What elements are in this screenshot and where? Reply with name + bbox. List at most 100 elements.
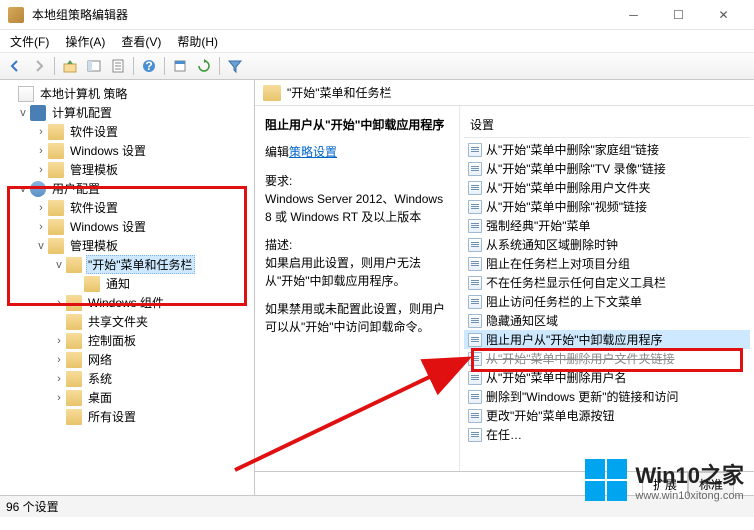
tree-desktop[interactable]: › 桌面: [2, 388, 252, 407]
filter-button[interactable]: [224, 55, 246, 77]
settings-list[interactable]: 设置 从"开始"菜单中删除"家庭组"链接从"开始"菜单中删除"TV 录像"链接从…: [460, 106, 754, 471]
setting-item[interactable]: 更改"开始"菜单电源按钮: [464, 406, 750, 425]
tree-win-components[interactable]: › Windows 组件: [2, 293, 252, 312]
tree-all-settings[interactable]: 所有设置: [2, 407, 252, 426]
setting-item[interactable]: 阻止用户从"开始"中卸载应用程序: [464, 330, 750, 349]
setting-icon: [468, 181, 482, 195]
folder-icon: [263, 85, 281, 101]
setting-label: 更改"开始"菜单电源按钮: [486, 407, 615, 424]
tree-computer-config[interactable]: v 计算机配置: [2, 103, 252, 122]
settings-column-header[interactable]: 设置: [464, 112, 750, 138]
setting-label: 从"开始"菜单中删除"家庭组"链接: [486, 141, 659, 158]
setting-item[interactable]: 从"开始"菜单中删除用户文件夹: [464, 178, 750, 197]
show-hide-tree-button[interactable]: [83, 55, 105, 77]
setting-label: 从"开始"菜单中删除用户名: [486, 369, 627, 386]
tree-control-panel[interactable]: › 控制面板: [2, 331, 252, 350]
setting-item[interactable]: 阻止访问任务栏的上下文菜单: [464, 292, 750, 311]
right-pane: "开始"菜单和任务栏 阻止用户从"开始"中卸载应用程序 编辑策略设置 要求: W…: [255, 80, 754, 495]
requirements: 要求: Windows Server 2012、Windows 8 或 Wind…: [265, 172, 449, 226]
user-icon: [30, 181, 46, 197]
maximize-button[interactable]: ☐: [656, 1, 701, 29]
forward-button[interactable]: [28, 55, 50, 77]
folder-icon: [48, 238, 64, 254]
setting-item[interactable]: 从"开始"菜单中删除"家庭组"链接: [464, 140, 750, 159]
menu-file[interactable]: 文件(F): [4, 31, 55, 52]
help-button[interactable]: ?: [138, 55, 160, 77]
close-button[interactable]: ✕: [701, 1, 746, 29]
setting-item[interactable]: 从系统通知区域删除时钟: [464, 235, 750, 254]
setting-icon: [468, 333, 482, 347]
setting-item[interactable]: 隐藏通知区域: [464, 311, 750, 330]
setting-label: 在任…: [486, 426, 522, 443]
setting-icon: [468, 390, 482, 404]
tree-system[interactable]: › 系统: [2, 369, 252, 388]
window-title: 本地组策略编辑器: [32, 6, 611, 23]
up-button[interactable]: [59, 55, 81, 77]
back-button[interactable]: [4, 55, 26, 77]
tree-user-config[interactable]: v 用户配置: [2, 179, 252, 198]
tree-cc-windows[interactable]: › Windows 设置: [2, 141, 252, 160]
setting-item[interactable]: 从"开始"菜单中删除用户名: [464, 368, 750, 387]
export-list-button[interactable]: [107, 55, 129, 77]
tree-uc-software[interactable]: › 软件设置: [2, 198, 252, 217]
tree-network[interactable]: › 网络: [2, 350, 252, 369]
twisty-icon[interactable]: ›: [52, 354, 66, 366]
edit-policy-link[interactable]: 编辑策略设置: [265, 143, 449, 160]
tree-start-taskbar[interactable]: v "开始"菜单和任务栏: [2, 255, 252, 274]
tree-uc-windows[interactable]: › Windows 设置: [2, 217, 252, 236]
twisty-icon[interactable]: ›: [34, 202, 48, 214]
setting-item[interactable]: 从"开始"菜单中删除用户文件夹链接: [464, 349, 750, 368]
twisty-icon[interactable]: ›: [52, 373, 66, 385]
twisty-icon[interactable]: ›: [34, 126, 48, 138]
twisty-icon[interactable]: v: [16, 107, 30, 119]
tree-notify[interactable]: 通知: [2, 274, 252, 293]
twisty-icon[interactable]: ›: [34, 221, 48, 233]
setting-item[interactable]: 从"开始"菜单中删除"视频"链接: [464, 197, 750, 216]
tree-shared-folders[interactable]: 共享文件夹: [2, 312, 252, 331]
watermark-url: www.win10xitong.com: [635, 490, 744, 502]
tree-uc-admin[interactable]: v 管理模板: [2, 236, 252, 255]
tree-cc-admin[interactable]: › 管理模板: [2, 160, 252, 179]
status-text: 96 个设置: [6, 498, 59, 515]
setting-icon: [468, 238, 482, 252]
watermark-brand: Win10之家: [635, 458, 744, 490]
twisty-icon[interactable]: ›: [34, 145, 48, 157]
menu-help[interactable]: 帮助(H): [171, 31, 224, 52]
setting-label: 从"开始"菜单中删除用户文件夹: [486, 179, 651, 196]
setting-label: 从"开始"菜单中删除用户文件夹链接: [486, 350, 675, 367]
setting-label: 从"开始"菜单中删除"TV 录像"链接: [486, 160, 666, 177]
setting-title: 阻止用户从"开始"中卸载应用程序: [265, 116, 449, 133]
path-bar: "开始"菜单和任务栏: [255, 80, 754, 106]
setting-item[interactable]: 阻止在任务栏上对项目分组: [464, 254, 750, 273]
menu-view[interactable]: 查看(V): [115, 31, 167, 52]
content-area: 本地计算机 策略 v 计算机配置 › 软件设置 › Windows 设置 › 管…: [0, 80, 754, 495]
setting-item[interactable]: 从"开始"菜单中删除"TV 录像"链接: [464, 159, 750, 178]
twisty-icon[interactable]: ›: [52, 392, 66, 404]
twisty-icon[interactable]: ›: [52, 297, 66, 309]
titlebar: 本地组策略编辑器 ─ ☐ ✕: [0, 0, 754, 30]
detail-area: 阻止用户从"开始"中卸载应用程序 编辑策略设置 要求: Windows Serv…: [255, 106, 754, 471]
tree-pane[interactable]: 本地计算机 策略 v 计算机配置 › 软件设置 › Windows 设置 › 管…: [0, 80, 255, 495]
setting-item[interactable]: 不在任务栏显示任何自定义工具栏: [464, 273, 750, 292]
setting-icon: [468, 219, 482, 233]
twisty-icon[interactable]: ›: [34, 164, 48, 176]
watermark-logo: [585, 459, 627, 501]
setting-item[interactable]: 强制经典"开始"菜单: [464, 216, 750, 235]
folder-icon: [66, 409, 82, 425]
setting-label: 强制经典"开始"菜单: [486, 217, 591, 234]
setting-icon: [468, 276, 482, 290]
tree-cc-software[interactable]: › 软件设置: [2, 122, 252, 141]
refresh-button[interactable]: [193, 55, 215, 77]
folder-icon: [66, 390, 82, 406]
twisty-icon[interactable]: v: [34, 240, 48, 252]
menu-action[interactable]: 操作(A): [59, 31, 111, 52]
properties-button[interactable]: [169, 55, 191, 77]
setting-item[interactable]: 删除到"Windows 更新"的链接和访问: [464, 387, 750, 406]
twisty-icon[interactable]: ›: [52, 335, 66, 347]
twisty-icon[interactable]: v: [52, 259, 66, 271]
setting-icon: [468, 409, 482, 423]
tree-root[interactable]: 本地计算机 策略: [2, 84, 252, 103]
minimize-button[interactable]: ─: [611, 1, 656, 29]
setting-item[interactable]: 在任…: [464, 425, 750, 444]
twisty-icon[interactable]: v: [16, 183, 30, 195]
